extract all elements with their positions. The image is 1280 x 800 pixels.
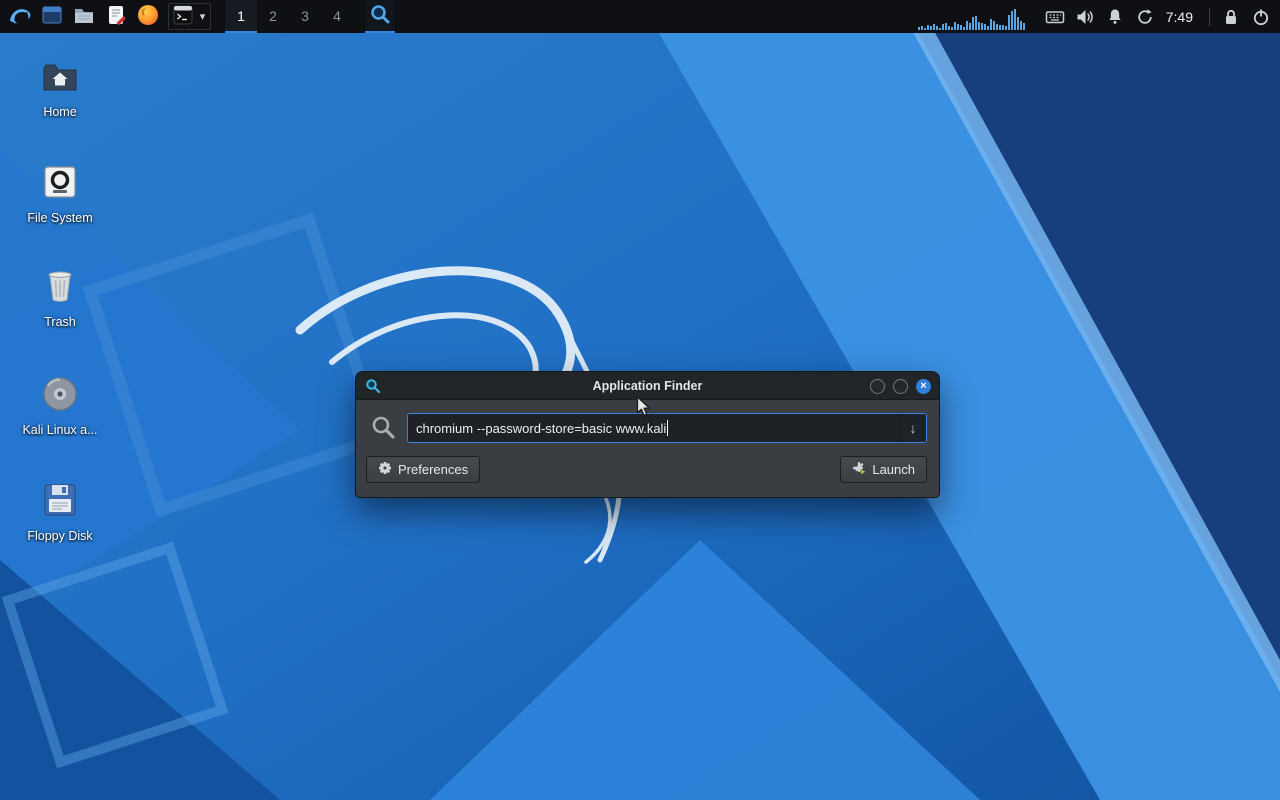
- folder-icon: [73, 4, 95, 29]
- application-finder-window: Application Finder × chromium --password…: [355, 371, 940, 498]
- volume-icon[interactable]: [1070, 0, 1100, 33]
- search-row: chromium --password-store=basic www.kali…: [366, 413, 927, 443]
- power-icon[interactable]: [1246, 0, 1276, 33]
- cpu-graph[interactable]: [918, 4, 1030, 30]
- desktop-icon-label: Floppy Disk: [5, 529, 115, 543]
- desktop-icon-label: File System: [5, 211, 115, 225]
- kali-menu-button[interactable]: [4, 0, 36, 33]
- launcher-text-editor[interactable]: [100, 0, 132, 33]
- keyboard-icon[interactable]: [1040, 0, 1070, 33]
- desktop: ▾ 1 2 3 4: [0, 0, 1280, 800]
- close-icon: ×: [920, 381, 926, 392]
- launcher-file-manager[interactable]: [68, 0, 100, 33]
- launcher-firefox[interactable]: [132, 0, 164, 33]
- gear-icon: [378, 461, 392, 478]
- panel-left: ▾ 1 2 3 4: [4, 0, 395, 33]
- trash-icon: [40, 266, 80, 311]
- panel-right: 7:49: [918, 0, 1276, 33]
- floppy-disk-icon: [40, 480, 80, 525]
- desktop-icon-label: Home: [5, 105, 115, 119]
- panel-separator: [1209, 8, 1210, 26]
- firefox-icon: [136, 3, 160, 30]
- top-panel: ▾ 1 2 3 4: [0, 0, 1280, 33]
- terminal-icon: [172, 4, 194, 29]
- lock-icon[interactable]: [1216, 0, 1246, 33]
- titlebar[interactable]: Application Finder ×: [356, 372, 939, 400]
- workspace-switcher: 1 2 3 4: [225, 0, 353, 33]
- desktop-icon-floppy[interactable]: Floppy Disk: [5, 480, 115, 543]
- dropdown-arrow-button[interactable]: ↓: [899, 414, 926, 442]
- window-title: Application Finder: [356, 379, 939, 393]
- clock[interactable]: 7:49: [1166, 9, 1193, 25]
- launch-icon: [852, 461, 866, 478]
- desktop-icon-label: Trash: [5, 315, 115, 329]
- preferences-button[interactable]: Preferences: [366, 456, 480, 483]
- search-input[interactable]: chromium --password-store=basic www.kali…: [407, 413, 927, 443]
- preferences-label: Preferences: [398, 462, 468, 477]
- terminal-dropdown-chevron-icon[interactable]: ▾: [196, 10, 209, 23]
- minimize-button[interactable]: [870, 379, 885, 394]
- search-icon: [370, 414, 398, 442]
- window-controls: ×: [870, 379, 931, 394]
- finder-body: chromium --password-store=basic www.kali…: [356, 400, 939, 495]
- launcher-terminal[interactable]: [170, 0, 196, 33]
- window-icon: [41, 4, 63, 29]
- updates-icon[interactable]: [1130, 0, 1160, 33]
- optical-disc-icon: [40, 374, 80, 419]
- desktop-icon-kali-cd[interactable]: Kali Linux a...: [5, 374, 115, 437]
- workspace-button-3[interactable]: 3: [289, 0, 321, 33]
- maximize-button[interactable]: [893, 379, 908, 394]
- text-caret: [667, 420, 668, 436]
- launcher-window[interactable]: [36, 0, 68, 33]
- close-button[interactable]: ×: [916, 379, 931, 394]
- button-row: Preferences: [366, 456, 927, 483]
- app-finder-taskbar-icon: [368, 2, 392, 29]
- taskbar-application-finder[interactable]: [365, 0, 395, 33]
- desktop-icon-label: Kali Linux a...: [5, 423, 115, 437]
- desktop-icon-home[interactable]: Home: [5, 56, 115, 119]
- desktop-icon-file-system[interactable]: File System: [5, 162, 115, 225]
- drive-icon: [40, 162, 80, 207]
- arrow-down-icon: ↓: [910, 420, 917, 436]
- desktop-icon-trash[interactable]: Trash: [5, 266, 115, 329]
- terminal-launcher-group: ▾: [168, 3, 211, 30]
- launch-label: Launch: [872, 462, 915, 477]
- home-folder-icon: [40, 56, 80, 101]
- cpu-graph-svg: [918, 6, 1026, 30]
- workspace-button-2[interactable]: 2: [257, 0, 289, 33]
- text-editor-icon: [105, 4, 127, 29]
- workspace-button-1[interactable]: 1: [225, 0, 257, 33]
- workspace-button-4[interactable]: 4: [321, 0, 353, 33]
- notifications-bell-icon[interactable]: [1100, 0, 1130, 33]
- search-input-value: chromium --password-store=basic www.kali: [416, 421, 666, 436]
- kali-logo-icon: [7, 2, 33, 31]
- launch-button[interactable]: Launch: [840, 456, 927, 483]
